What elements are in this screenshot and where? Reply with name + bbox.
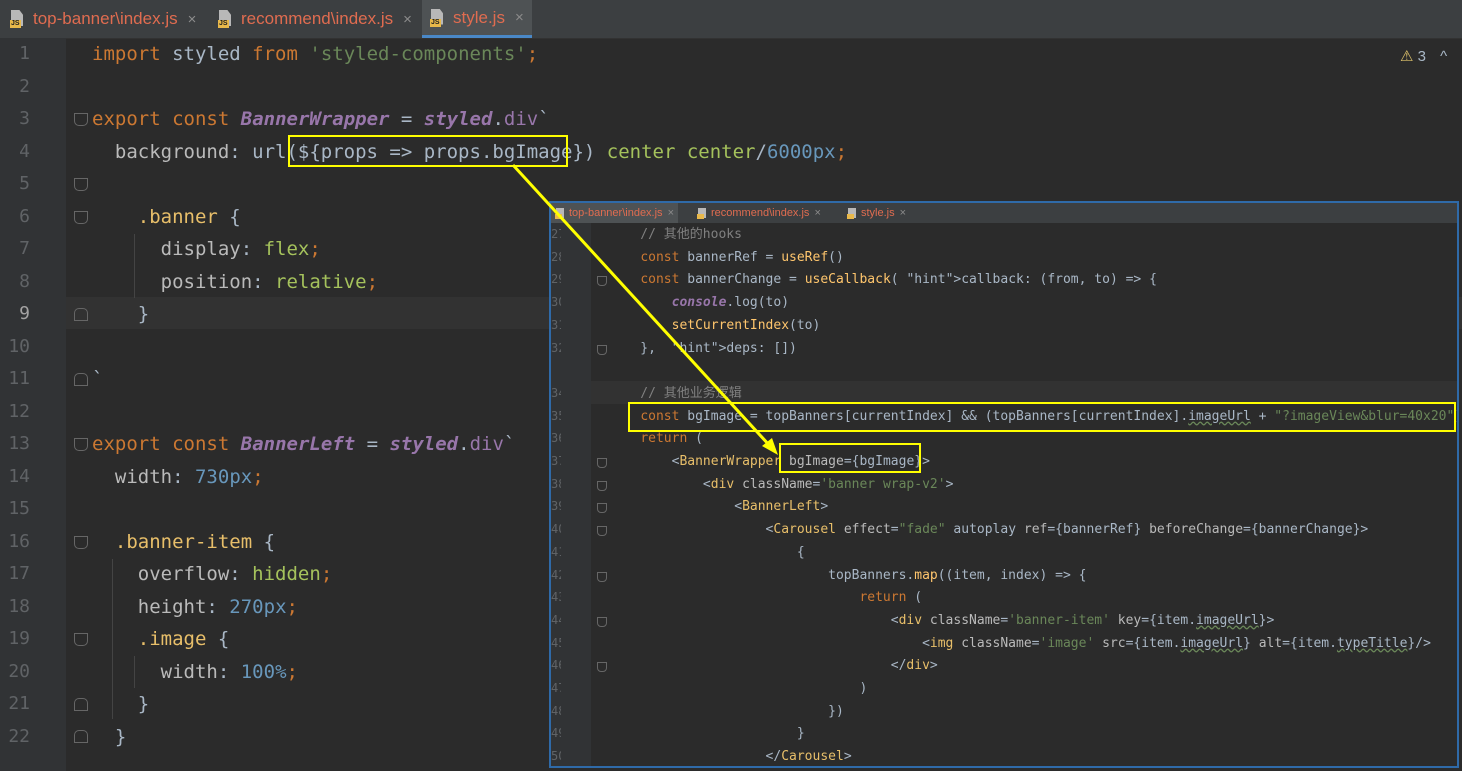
annotation-arrow xyxy=(511,163,778,455)
